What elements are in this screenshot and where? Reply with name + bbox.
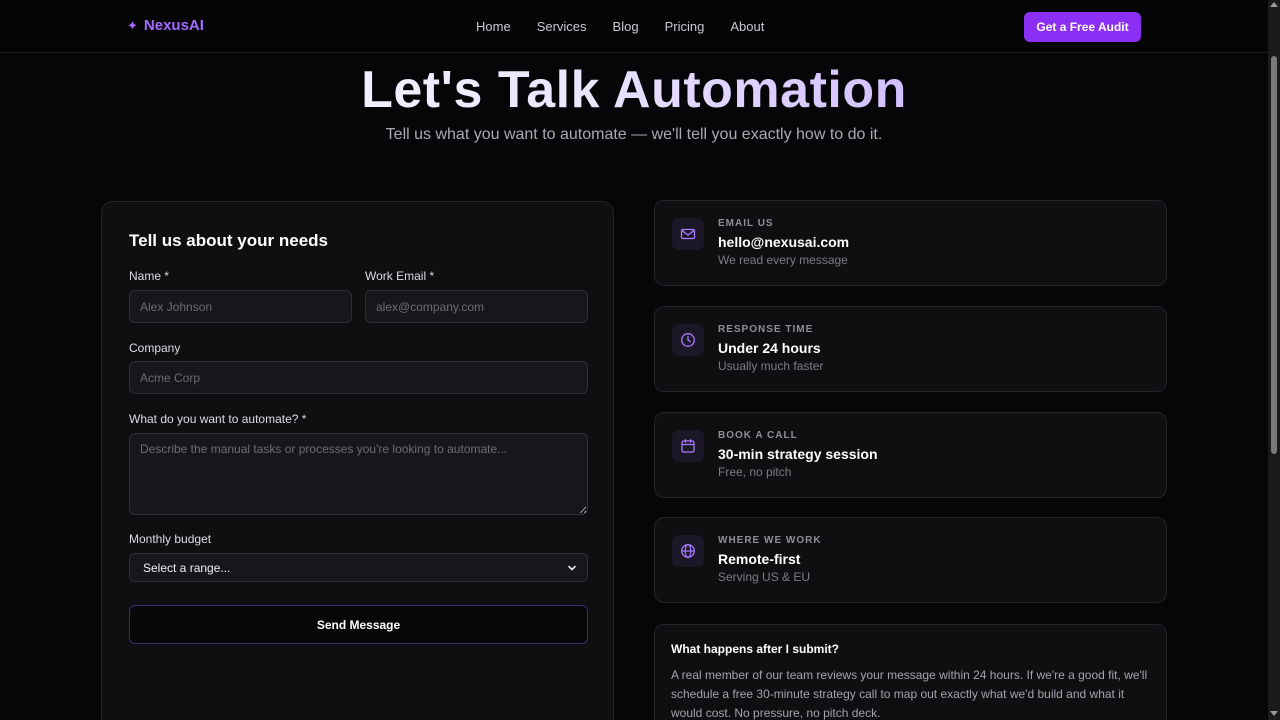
form-title: Tell us about your needs (129, 231, 328, 250)
company-input[interactable] (129, 361, 588, 394)
info-label: RESPONSE TIME (718, 324, 814, 335)
info-sub: We read every message (718, 253, 848, 267)
scroll-up-icon[interactable] (1270, 2, 1278, 7)
clock-icon (672, 324, 704, 356)
info-label: EMAIL US (718, 218, 774, 229)
page-scrollbar[interactable] (1268, 0, 1280, 720)
nav-link-about[interactable]: About (730, 19, 764, 34)
scroll-thumb[interactable] (1271, 56, 1277, 454)
top-nav: ✦ NexusAI Home Services Blog Pricing Abo… (0, 0, 1268, 53)
nav-link-home[interactable]: Home (476, 19, 511, 34)
info-value: Under 24 hours (718, 340, 821, 356)
scroll-down-icon[interactable] (1270, 711, 1278, 716)
name-label: Name * (129, 269, 170, 283)
faq-question: What happens after I submit? (671, 642, 840, 656)
page-title: Let's Talk Automation (0, 60, 1268, 120)
info-card-email: EMAIL US hello@nexusai.com We read every… (654, 200, 1167, 286)
mail-icon (672, 218, 704, 250)
faq-answer: A real member of our team reviews your m… (671, 668, 1148, 720)
info-value: Remote-first (718, 551, 801, 567)
info-card-book-call: BOOK A CALL 30-min strategy session Free… (654, 412, 1167, 498)
budget-select[interactable]: Select a range... (129, 553, 588, 582)
info-sub: Serving US & EU (718, 570, 811, 584)
info-sub: Free, no pitch (718, 465, 792, 479)
nav-link-pricing[interactable]: Pricing (665, 19, 705, 34)
logo-text: NexusAI (143, 17, 204, 34)
name-input[interactable] (129, 290, 352, 323)
logo[interactable]: ✦ NexusAI (127, 17, 204, 34)
email-label: Work Email * (365, 269, 435, 283)
sparkle-icon: ✦ (127, 17, 138, 33)
faq-card: What happens after I submit? A real memb… (654, 624, 1167, 720)
info-card-location: WHERE WE WORK Remote-first Serving US & … (654, 517, 1167, 603)
automate-textarea[interactable] (129, 433, 588, 515)
page-subtitle: Tell us what you want to automate — we'l… (385, 126, 883, 143)
budget-label: Monthly budget (129, 532, 212, 546)
info-label: WHERE WE WORK (718, 535, 822, 546)
nav-links: Home Services Blog Pricing About (476, 19, 790, 34)
calendar-icon (672, 430, 704, 462)
info-label: BOOK A CALL (718, 430, 798, 441)
budget-select-value: Select a range... (143, 560, 231, 575)
free-audit-button[interactable]: Get a Free Audit (1024, 12, 1141, 42)
globe-icon (672, 535, 704, 567)
info-value[interactable]: hello@nexusai.com (718, 234, 849, 250)
nav-link-services[interactable]: Services (537, 19, 587, 34)
send-message-button[interactable]: Send Message (129, 605, 588, 644)
nav-link-blog[interactable]: Blog (613, 19, 639, 34)
info-value[interactable]: 30-min strategy session (718, 446, 878, 462)
chevron-down-icon (568, 565, 576, 570)
company-label: Company (129, 341, 181, 355)
info-sub: Usually much faster (718, 359, 824, 373)
email-input[interactable] (365, 290, 588, 323)
automate-label: What do you want to automate? * (129, 412, 307, 426)
contact-form-card: Tell us about your needs Name * Work Ema… (101, 201, 614, 720)
info-card-response-time: RESPONSE TIME Under 24 hours Usually muc… (654, 306, 1167, 392)
